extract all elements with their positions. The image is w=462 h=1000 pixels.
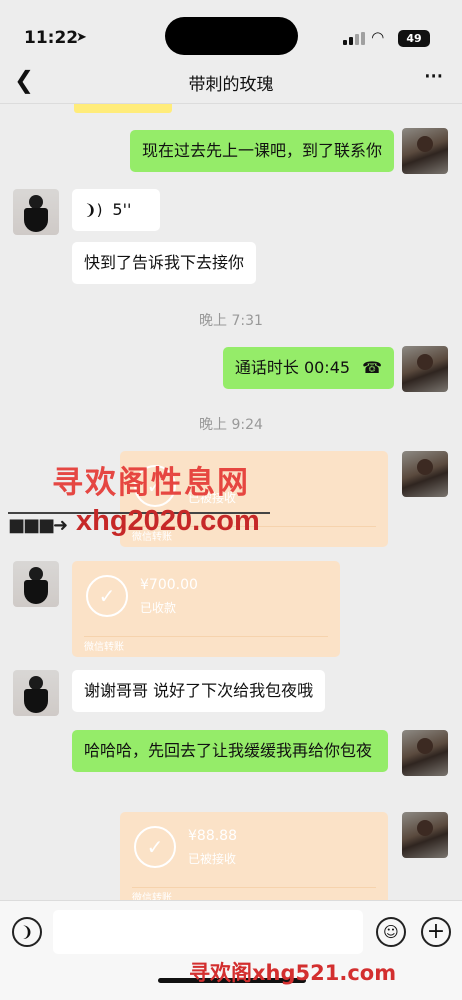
call-duration-label: 通话时长 00:45: [234, 358, 351, 377]
voice-input-icon[interactable]: ❩: [12, 917, 42, 947]
previous-message-edge: [74, 104, 172, 113]
status-time: 11:22: [24, 28, 79, 48]
watermark-url: xhg2020.com: [76, 505, 260, 537]
voice-message-bubble[interactable]: ❩) 5'': [72, 189, 160, 231]
transfer-brand: 微信转账: [132, 893, 172, 900]
ellipsis-icon[interactable]: ···: [423, 62, 444, 92]
plus-icon[interactable]: +: [421, 917, 451, 947]
transfer-card[interactable]: ✓ ¥88.88 已被接收 微信转账: [120, 812, 388, 900]
watermark-arrow-icon: ■■■➜: [8, 515, 68, 536]
message-input[interactable]: [53, 910, 363, 954]
transfer-status: 已收款: [140, 601, 177, 615]
check-circle-icon: ✓: [86, 575, 128, 617]
avatar-self[interactable]: [402, 812, 448, 858]
transfer-brand: 微信转账: [84, 642, 124, 653]
message-bubble-self[interactable]: 现在过去先上一课吧，到了联系你: [129, 130, 394, 172]
avatar-contact[interactable]: [13, 670, 59, 716]
message-list[interactable]: 现在过去先上一课吧，到了联系你 ❩) 5'' 快到了告诉我下去接你 晚上 7:31…: [0, 104, 462, 900]
wifi-icon: ◠: [372, 28, 384, 46]
timestamp: 晚上 7:31: [199, 313, 263, 329]
battery-indicator: 49: [398, 30, 430, 47]
status-bar: 11:22 ➤ ◠ 49: [0, 0, 462, 58]
dynamic-island: [165, 17, 298, 55]
check-circle-icon: ✓: [134, 826, 176, 868]
location-arrow-icon: ➤: [76, 30, 87, 45]
avatar-self[interactable]: [402, 128, 448, 174]
message-bubble-self[interactable]: 哈哈哈，先回去了让我缓缓我再给你包夜: [72, 730, 388, 772]
signal-icon: [343, 32, 365, 45]
transfer-divider: [84, 636, 328, 637]
transfer-amount: ¥88.88: [188, 828, 237, 844]
transfer-amount: ¥700.00: [140, 577, 198, 593]
voice-duration: 5'': [112, 200, 132, 219]
avatar-contact[interactable]: [13, 561, 59, 607]
timestamp: 晚上 9:24: [199, 417, 263, 433]
avatar-contact[interactable]: [13, 189, 59, 235]
transfer-divider: [132, 887, 376, 888]
voice-wave-icon: ❩): [84, 201, 103, 219]
chat-title: 带刺的玫瑰: [188, 75, 274, 95]
chat-header: ❮ 带刺的玫瑰 ···: [0, 58, 462, 104]
message-bubble-contact[interactable]: 快到了告诉我下去接你: [72, 242, 257, 284]
transfer-status: 已被接收: [188, 852, 237, 866]
watermark-text: 寻欢阁性息网: [52, 465, 250, 501]
avatar-self[interactable]: [402, 451, 448, 497]
watermark-bottom: 寻欢阁xhg521.com: [189, 961, 397, 985]
avatar-self[interactable]: [402, 730, 448, 776]
emoji-icon[interactable]: ☺: [376, 917, 406, 947]
message-bubble-contact[interactable]: 谢谢哥哥 说好了下次给我包夜哦: [72, 670, 326, 712]
call-record-bubble[interactable]: 通话时长 00:45 ☎: [222, 347, 394, 389]
transfer-card[interactable]: ✓ ¥700.00 已收款 微信转账: [72, 561, 340, 657]
phone-hangup-icon: ☎: [362, 358, 382, 377]
avatar-self[interactable]: [402, 346, 448, 392]
